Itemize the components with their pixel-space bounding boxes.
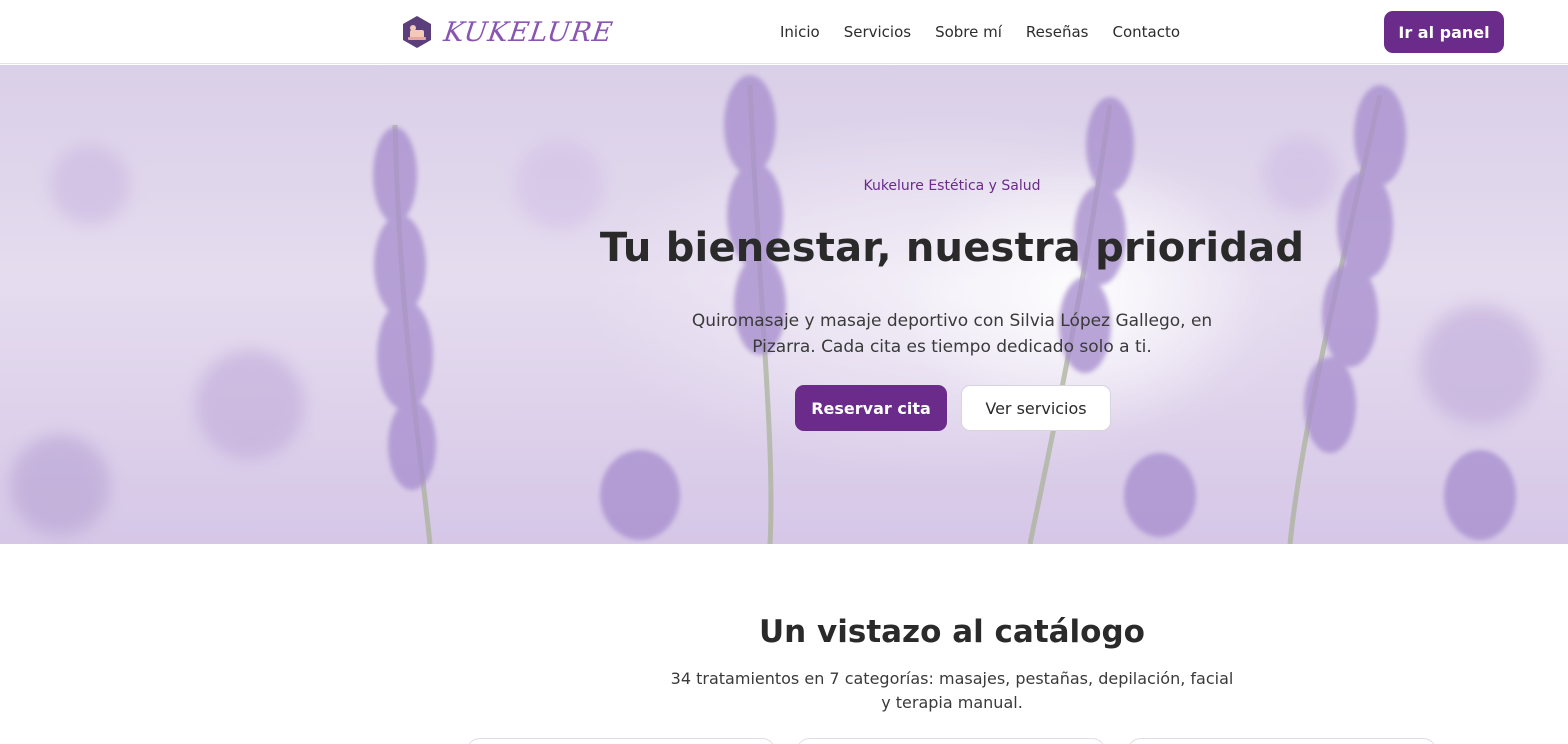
view-services-button[interactable]: Ver servicios	[961, 385, 1111, 431]
catalog-subtitle: 34 tratamientos en 7 categorías: masajes…	[670, 669, 1234, 712]
site-header: KUKELURE Inicio Servicios Sobre mí Reseñ…	[0, 0, 1568, 64]
book-appointment-button[interactable]: Reservar cita	[795, 385, 947, 431]
catalog-card[interactable]	[796, 738, 1106, 744]
nav-item-resenas[interactable]: Reseñas	[1026, 23, 1089, 41]
hexagon-spa-icon	[403, 16, 431, 48]
catalog-card[interactable]	[466, 738, 776, 744]
nav-item-sobre-mi[interactable]: Sobre mí	[935, 23, 1002, 41]
nav-item-contacto[interactable]: Contacto	[1112, 23, 1180, 41]
catalog-title: Un vistazo al catálogo	[759, 614, 1145, 650]
go-to-panel-button[interactable]: Ir al panel	[1384, 11, 1504, 53]
brand-logo[interactable]: KUKELURE	[400, 14, 616, 50]
brand-name: KUKELURE	[441, 16, 616, 48]
hero-actions: Reservar cita Ver servicios	[795, 385, 1111, 431]
hero-overlay	[0, 65, 1568, 544]
hero-section: Kukelure Estética y Salud Tu bienestar, …	[0, 65, 1568, 544]
nav-item-servicios[interactable]: Servicios	[844, 23, 911, 41]
nav-item-inicio[interactable]: Inicio	[780, 23, 820, 41]
hero-title: Tu bienestar, nuestra prioridad	[599, 225, 1305, 271]
hero-eyebrow: Kukelure Estética y Salud	[863, 178, 1041, 194]
main-nav: Inicio Servicios Sobre mí Reseñas Contac…	[780, 0, 1180, 64]
catalog-card[interactable]	[1127, 738, 1437, 744]
hero-subtitle: Quiromasaje y masaje deportivo con Silvi…	[691, 311, 1213, 357]
